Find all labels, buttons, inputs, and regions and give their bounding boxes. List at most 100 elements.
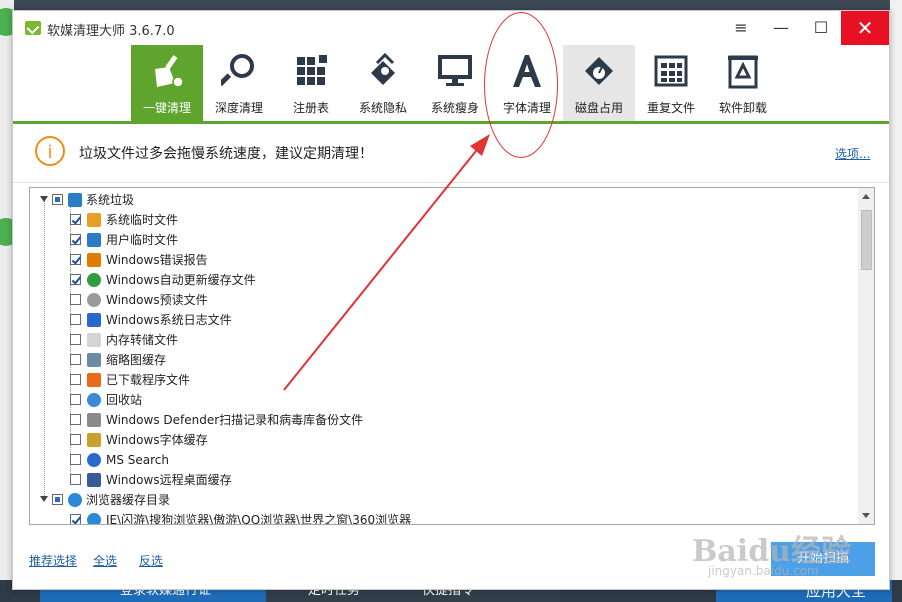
item-checkbox[interactable] — [70, 294, 81, 305]
watermark-sub: jingyan.baidu.com — [708, 564, 819, 578]
disk-usage-icon — [585, 57, 613, 85]
item-label: MS Search — [106, 453, 170, 467]
item-checkbox[interactable] — [70, 474, 81, 485]
group-label: 系统垃圾 — [86, 193, 135, 207]
windows-logo-icon — [68, 193, 82, 207]
collapse-arrow-icon[interactable] — [40, 196, 48, 202]
tab-one-click-clean[interactable]: 一键清理 — [131, 45, 203, 121]
ie-icon — [68, 493, 82, 507]
tab-software-uninstall[interactable]: 软件卸载 — [707, 45, 779, 121]
item-label: Windows错误报告 — [106, 253, 208, 267]
item-label: Windows Defender扫描记录和病毒库备份文件 — [106, 413, 364, 427]
item-label: 缩略图缓存 — [106, 353, 167, 367]
item-label: Windows远程桌面缓存 — [106, 473, 232, 487]
item-label: Windows预读文件 — [106, 293, 208, 307]
minimize-button[interactable]: — — [761, 11, 801, 45]
invert-select-link[interactable]: 反选 — [139, 552, 163, 569]
info-icon: i — [35, 136, 65, 166]
tab-label: 一键清理 — [142, 101, 191, 115]
tab-label: 深度清理 — [214, 101, 263, 115]
monitor-icon — [438, 55, 472, 86]
item-checkbox[interactable] — [70, 414, 81, 425]
item-checkbox[interactable] — [70, 454, 81, 465]
title-bar[interactable]: 软媒清理大师 3.6.7.0 ≡ — ☐ ✕ — [13, 11, 889, 45]
red-highlight-ellipse — [484, 12, 558, 158]
tab-label: 系统瘦身 — [430, 101, 479, 115]
users-icon — [87, 233, 101, 247]
magnifier-icon — [221, 54, 254, 87]
tab-system-privacy[interactable]: 系统隐私 — [347, 45, 419, 121]
maximize-button[interactable]: ☐ — [801, 11, 841, 45]
item-checkbox[interactable] — [70, 314, 81, 325]
windows-update-icon — [87, 273, 101, 287]
tab-label: 重复文件 — [646, 101, 695, 115]
item-checkbox[interactable] — [70, 254, 81, 265]
thumbnail-icon — [87, 353, 101, 367]
background-right-panel — [890, 0, 902, 580]
error-report-icon — [87, 253, 101, 267]
item-label: Windows系统日志文件 — [106, 313, 232, 327]
window-title: 软媒清理大师 3.6.7.0 — [47, 24, 175, 39]
item-label: 系统临时文件 — [106, 213, 179, 227]
tab-disk-usage[interactable]: 磁盘占用 — [563, 45, 635, 121]
item-label: 用户临时文件 — [106, 233, 179, 247]
menu-button[interactable]: ≡ — [721, 11, 761, 45]
item-label: IE\闪游\搜狗浏览器\傲游\QQ浏览器\世界之窗\360浏览器 — [106, 513, 412, 525]
defender-icon — [87, 413, 101, 427]
vertical-scrollbar[interactable] — [858, 188, 874, 524]
tab-label: 系统隐私 — [358, 101, 407, 115]
collapse-arrow-icon[interactable] — [40, 496, 48, 502]
search-icon — [87, 453, 101, 467]
item-label: Windows字体缓存 — [106, 433, 208, 447]
log-file-icon — [87, 313, 101, 327]
tab-system-slim[interactable]: 系统瘦身 — [419, 45, 491, 121]
tab-registry[interactable]: 注册表 — [275, 45, 347, 121]
item-label: 已下载程序文件 — [106, 373, 191, 387]
group-checkbox[interactable] — [52, 194, 63, 205]
close-button[interactable]: ✕ — [841, 11, 889, 45]
tab-label: 注册表 — [292, 101, 329, 115]
scroll-down-arrow-icon[interactable] — [862, 513, 870, 518]
group-checkbox[interactable] — [52, 494, 63, 505]
item-checkbox[interactable] — [70, 214, 81, 225]
tab-label: 软件卸载 — [718, 101, 767, 115]
baidu-watermark: Baidu经验 jingyan.baidu.com — [692, 520, 862, 580]
app-logo-icon — [25, 21, 41, 35]
notice-bar: i 垃圾文件过多会拖慢系统速度，建议定期清理！ 选项... — [13, 124, 889, 183]
recycle-uninstall-icon — [728, 55, 758, 89]
recycle-bin-icon — [87, 393, 101, 407]
broom-icon — [155, 55, 184, 88]
recommended-select-link[interactable]: 推荐选择 — [29, 552, 77, 569]
font-cache-icon — [87, 433, 101, 447]
main-window: 软媒清理大师 3.6.7.0 ≡ — ☐ ✕ 一键清理 深度清理 注册表 系统隐… — [12, 10, 890, 590]
item-checkbox[interactable] — [70, 434, 81, 445]
main-toolbar: 一键清理 深度清理 注册表 系统隐私 系统瘦身 字体清理 磁盘占用 重复文件 软… — [13, 45, 889, 124]
select-all-link[interactable]: 全选 — [93, 552, 117, 569]
item-checkbox[interactable] — [70, 514, 81, 524]
tree-guide-line — [44, 200, 45, 500]
item-label: 内存转储文件 — [106, 333, 179, 347]
tab-deep-clean[interactable]: 深度清理 — [203, 45, 275, 121]
item-checkbox[interactable] — [70, 334, 81, 345]
scroll-thumb[interactable] — [861, 210, 872, 270]
download-icon — [87, 373, 101, 387]
registry-blocks-icon — [297, 55, 327, 85]
tab-duplicate-files[interactable]: 重复文件 — [635, 45, 707, 121]
item-checkbox[interactable] — [70, 274, 81, 285]
scroll-up-arrow-icon[interactable] — [862, 194, 870, 199]
notice-text: 垃圾文件过多会拖慢系统速度，建议定期清理！ — [79, 146, 373, 162]
item-label: 回收站 — [106, 393, 143, 407]
prefetch-icon — [87, 293, 101, 307]
item-checkbox[interactable] — [70, 354, 81, 365]
shield-privacy-icon — [371, 53, 395, 85]
memory-dump-icon — [87, 333, 101, 347]
item-checkbox[interactable] — [70, 374, 81, 385]
windows-flag-icon — [87, 213, 101, 227]
clean-item-tree: 系统垃圾 系统临时文件 用户临时文件 Windows错误报告 Windows自动… — [29, 187, 875, 525]
options-link[interactable]: 选项... — [835, 145, 870, 162]
item-checkbox[interactable] — [70, 394, 81, 405]
ie-icon — [87, 513, 101, 524]
item-label: Windows自动更新缓存文件 — [106, 273, 256, 287]
tab-label: 磁盘占用 — [574, 101, 623, 115]
item-checkbox[interactable] — [70, 234, 81, 245]
